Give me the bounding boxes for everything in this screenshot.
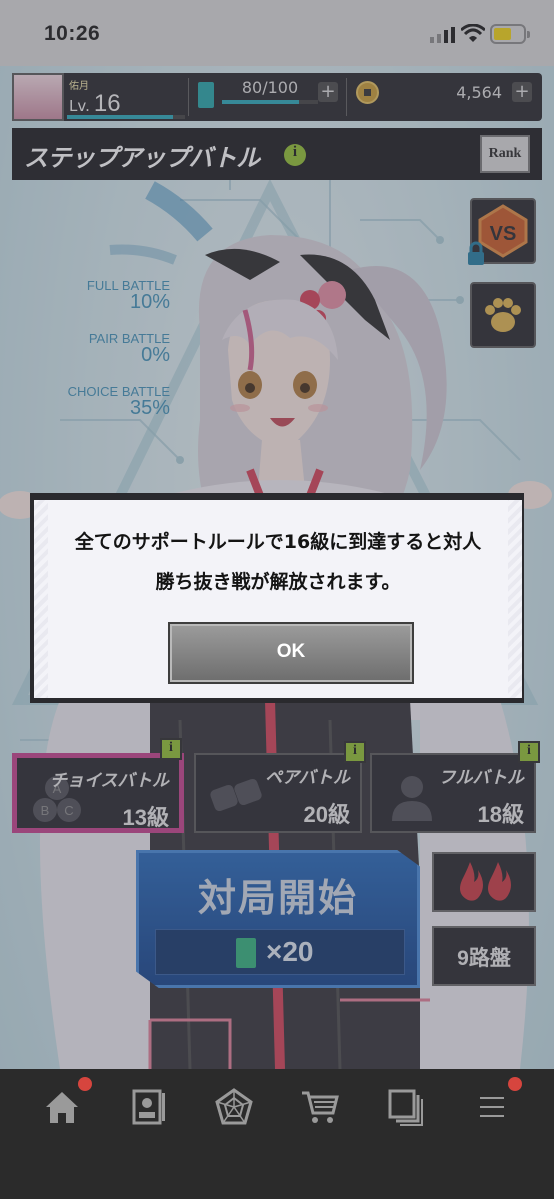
- stack-icon[interactable]: [386, 1087, 426, 1127]
- dialog-message-line: 勝ち抜き戦が解放されます。: [155, 571, 401, 593]
- ok-button[interactable]: OK: [168, 622, 414, 684]
- notification-badge: [78, 1077, 92, 1091]
- card-icon[interactable]: [128, 1087, 168, 1127]
- menu-icon[interactable]: [472, 1087, 512, 1127]
- dialog-message-line: 全てのサポートルールで16級に到達すると対人: [74, 531, 482, 553]
- notification-badge: [508, 1077, 522, 1091]
- unlock-dialog: 全てのサポートルールで16級に到達すると対人 勝ち抜き戦が解放されます。 OK: [34, 500, 522, 698]
- shop-cart-icon[interactable]: [300, 1087, 340, 1127]
- radar-chart-icon[interactable]: [214, 1087, 254, 1127]
- dialog-message: 全てのサポートルールで16級に到達すると対人 勝ち抜き戦が解放されます。: [48, 522, 508, 602]
- home-icon[interactable]: [42, 1087, 82, 1127]
- bottom-nav: [0, 1069, 554, 1199]
- dialog-body: 全てのサポートルールで16級に到達すると対人 勝ち抜き戦が解放されます。 OK: [48, 500, 508, 698]
